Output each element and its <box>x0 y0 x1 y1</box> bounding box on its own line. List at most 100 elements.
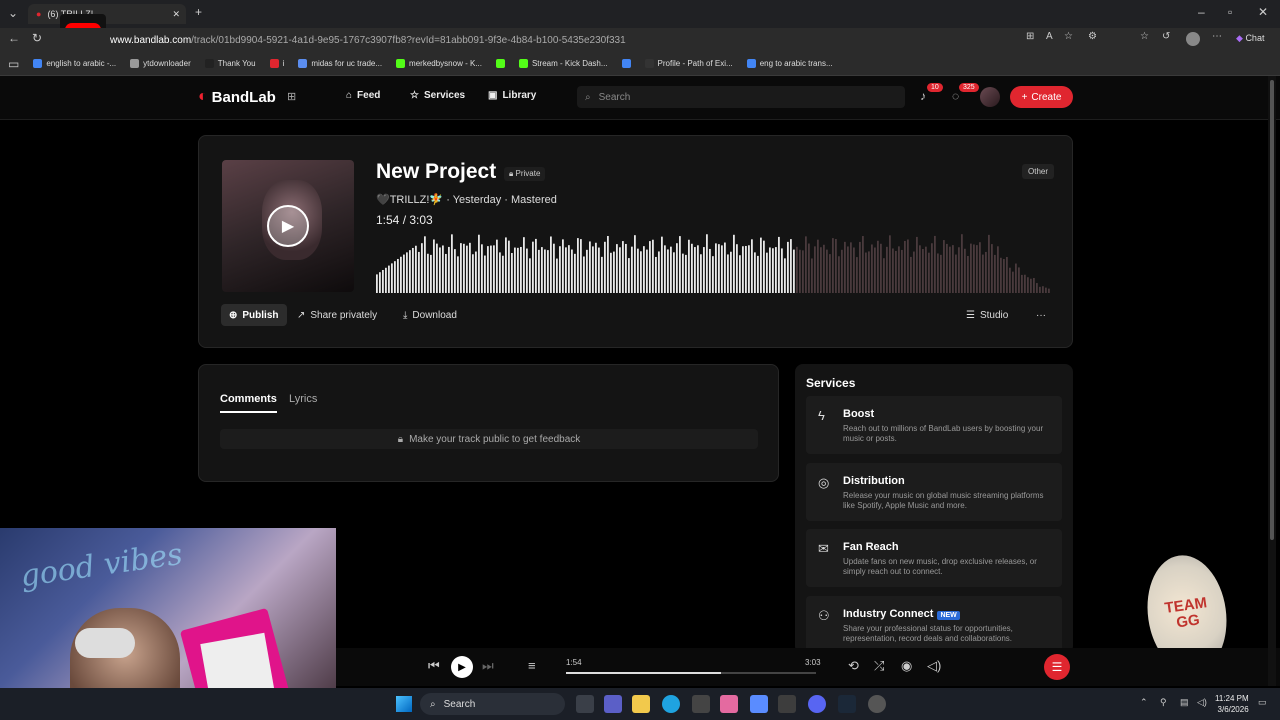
bookmark-item[interactable]: Thank You <box>204 59 256 68</box>
favorites-list-icon[interactable]: ☆ <box>1140 31 1149 42</box>
track-cover-art[interactable]: ▶ <box>222 160 354 292</box>
file-explorer-icon[interactable] <box>632 695 650 713</box>
copilot-icon: ◆ <box>1236 33 1243 43</box>
edge-icon[interactable] <box>662 695 680 713</box>
bookmark-label: english to arabic -... <box>46 59 117 68</box>
messages-button[interactable]: ◌ 325 <box>952 83 979 103</box>
playlist-icon[interactable]: ≡ <box>528 658 536 673</box>
app-icon[interactable] <box>720 695 738 713</box>
waveform-bar <box>907 239 909 293</box>
windows-start-icon[interactable] <box>396 696 412 712</box>
previous-icon[interactable]: ⏮ <box>428 658 440 674</box>
app-icon[interactable]: ⊞ <box>1026 31 1034 42</box>
waveform-bar <box>565 247 567 293</box>
bookmark-item[interactable] <box>495 59 505 68</box>
tab-comments[interactable]: Comments <box>220 393 277 413</box>
publish-button[interactable]: ⊕ Publish <box>221 304 287 326</box>
bookmark-item[interactable]: ytdownloader <box>130 59 191 68</box>
bookmark-label: ytdownloader <box>143 59 191 68</box>
play-button[interactable]: ▶ <box>267 205 309 247</box>
store-icon[interactable] <box>692 695 710 713</box>
artist-name[interactable]: 🖤TRILLZ!🧚 <box>376 194 443 206</box>
repeat-icon[interactable]: ⟲ <box>848 658 859 674</box>
history-icon[interactable]: ↺ <box>1162 31 1170 42</box>
profile-avatar[interactable] <box>1186 32 1200 46</box>
service-industry-connect[interactable]: ⚇ Industry Connect NEW Share your profess… <box>806 596 1062 654</box>
app-icon[interactable] <box>868 695 886 713</box>
discord-icon[interactable] <box>808 695 826 713</box>
taskbar-search[interactable]: ⌕ Search <box>420 693 565 715</box>
reading-list-icon[interactable]: ▭ <box>8 57 19 71</box>
search-icon: ⌕ <box>430 698 436 710</box>
queue-button[interactable]: ☰ <box>1044 654 1070 680</box>
tab-lyrics[interactable]: Lyrics <box>289 393 317 405</box>
bookmark-item[interactable]: eng to arabic trans... <box>746 59 833 68</box>
waveform-bar <box>529 258 531 293</box>
download-button[interactable]: ⤓ Download <box>395 304 465 326</box>
chat-icon: ◌ <box>952 89 960 103</box>
url-field[interactable]: www.bandlab.com/track/01bd9904-5921-4a1d… <box>60 31 1020 49</box>
bookmark-item[interactable]: Stream - Kick Dash... <box>518 59 608 68</box>
network-icon[interactable]: ⚲ <box>1160 697 1167 708</box>
copilot-chat-button[interactable]: ◆ Chat <box>1236 33 1264 44</box>
bandlab-logo[interactable]: ◐ BandLab <box>198 88 276 106</box>
close-tab-icon[interactable]: ✕ <box>172 9 180 20</box>
player-play-button[interactable]: ▶ <box>451 656 473 678</box>
minimize-icon[interactable]: – <box>1198 5 1205 19</box>
studio-button[interactable]: ☰ Studio <box>958 304 1016 326</box>
shuffle-icon[interactable]: ⤮ <box>874 658 884 674</box>
tray-overflow-icon[interactable]: ⌃ <box>1140 697 1148 708</box>
teams-icon[interactable] <box>604 695 622 713</box>
refresh-icon[interactable]: ↻ <box>32 31 42 45</box>
share-privately-button[interactable]: ↗ Share privately <box>289 304 385 326</box>
nav-feed[interactable]: ⌂ Feed <box>346 90 380 101</box>
more-options-button[interactable]: ··· <box>1028 304 1054 326</box>
nav-services[interactable]: ☆ Services <box>410 90 465 101</box>
broadcast-icon[interactable]: ◉ <box>901 658 912 674</box>
app-icon[interactable] <box>778 695 796 713</box>
bookmark-item[interactable] <box>621 59 631 68</box>
waveform[interactable] <box>376 231 1051 293</box>
service-boost[interactable]: ϟ Boost Reach out to millions of BandLab… <box>806 396 1062 454</box>
wifi-icon[interactable]: ▤ <box>1180 697 1189 708</box>
menu-icon[interactable]: ⋯ <box>1212 31 1222 42</box>
nav-library[interactable]: ▣ Library <box>488 90 536 101</box>
apps-grid-icon[interactable]: ⊞ <box>287 90 296 103</box>
extensions-icon[interactable]: ⚙ <box>1088 31 1097 42</box>
page-scrollbar[interactable] <box>1268 76 1276 686</box>
bookmark-item[interactable]: english to arabic -... <box>33 59 116 68</box>
bookmark-item[interactable]: i <box>269 59 284 68</box>
read-aloud-icon[interactable]: A <box>1046 31 1053 42</box>
waveform-bar <box>799 249 801 293</box>
browser-tab[interactable]: ● (6) TRILLZ! ✕ <box>28 4 186 24</box>
steam-icon[interactable] <box>838 695 856 713</box>
player-progress-track[interactable] <box>566 672 816 674</box>
scroll-thumb[interactable] <box>1270 80 1274 540</box>
bookmark-item[interactable]: midas for uc trade... <box>298 59 382 68</box>
bookmark-item[interactable]: merkedbysnow - K... <box>396 59 482 68</box>
volume-icon[interactable]: ◁) <box>927 658 941 674</box>
notifications-button[interactable]: ♪ 10 <box>920 83 943 103</box>
search-input[interactable]: ⌕ Search <box>577 86 905 108</box>
speaker-icon[interactable]: ◁) <box>1197 697 1207 708</box>
user-avatar[interactable] <box>980 87 1000 107</box>
waveform-bar <box>796 246 798 293</box>
next-icon[interactable]: ⏭ <box>482 658 494 674</box>
service-distribution[interactable]: ◎ Distribution Release your music on glo… <box>806 463 1062 521</box>
waveform-bar <box>562 239 564 293</box>
favorite-icon[interactable]: ☆ <box>1064 31 1073 42</box>
taskbar-clock[interactable]: 11:24 PM 3/6/2026 <box>1215 693 1249 715</box>
new-tab-icon[interactable]: + <box>195 5 202 19</box>
create-button[interactable]: + Create <box>1010 86 1073 108</box>
waveform-bar <box>391 263 393 293</box>
service-fan-reach[interactable]: ✉ Fan Reach Update fans on new music, dr… <box>806 529 1062 587</box>
notification-center-icon[interactable]: ▭ <box>1258 697 1267 708</box>
task-view-icon[interactable] <box>576 695 594 713</box>
close-window-icon[interactable]: ✕ <box>1258 5 1268 19</box>
maximize-icon[interactable]: ▫ <box>1228 5 1232 19</box>
back-icon[interactable]: ← <box>8 31 20 45</box>
waveform-bar <box>988 234 990 293</box>
copilot-icon[interactable] <box>750 695 768 713</box>
tab-list-icon[interactable]: ⌄ <box>8 6 18 20</box>
bookmark-item[interactable]: Profile - Path of Exi... <box>644 59 733 68</box>
